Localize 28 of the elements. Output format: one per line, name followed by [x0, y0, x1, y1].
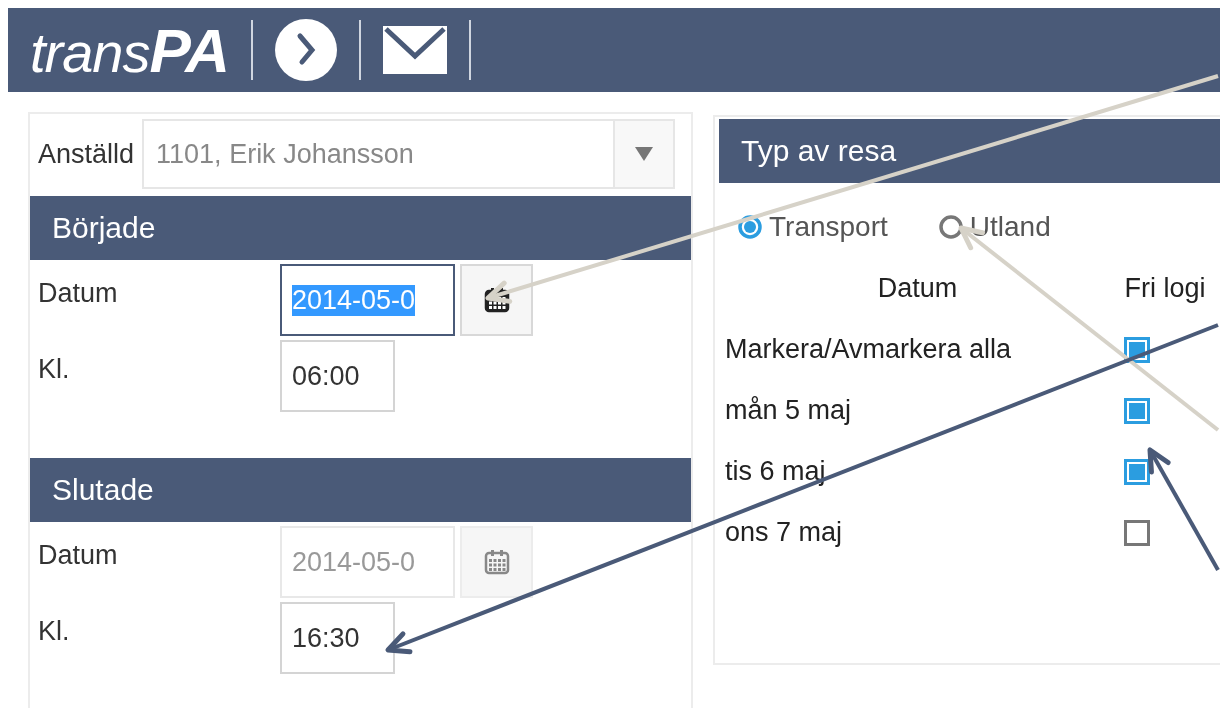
field-label: Datum [38, 539, 119, 571]
calendar-icon [482, 548, 511, 576]
time-field[interactable]: 16:30 [280, 602, 395, 674]
date-label: mån 5 maj [725, 395, 853, 426]
date-label: tis 6 maj [725, 456, 827, 487]
time-field[interactable]: 06:00 [280, 340, 395, 412]
forward-circle-icon[interactable] [275, 19, 338, 81]
checkbox[interactable] [1124, 458, 1150, 485]
field-label: Kl. [38, 615, 71, 647]
field-label: Datum [38, 277, 119, 309]
app-logo: transPA [30, 14, 230, 86]
mail-icon[interactable] [383, 26, 448, 74]
calendar-button[interactable] [460, 264, 533, 336]
dropdown-caret-icon [635, 147, 653, 161]
field-label: Kl. [38, 353, 71, 385]
section-header: Typ av resa [719, 119, 1220, 183]
column-header: Fri logi [1123, 273, 1207, 304]
checkbox[interactable] [1124, 519, 1150, 546]
field-label: Anställd [38, 138, 135, 170]
radio-option[interactable]: Transport [737, 211, 888, 243]
employee-dropdown[interactable]: 1101, Erik Johansson [142, 119, 675, 189]
checkbox[interactable] [1124, 397, 1150, 424]
section-header: Slutade [30, 458, 691, 522]
date-label: Markera/Avmarkera alla [725, 334, 1013, 365]
radio-option[interactable]: Utland [937, 211, 1051, 243]
date-label: ons 7 maj [725, 517, 844, 548]
section-header: Började [30, 196, 691, 260]
column-header: Datum [876, 273, 959, 304]
